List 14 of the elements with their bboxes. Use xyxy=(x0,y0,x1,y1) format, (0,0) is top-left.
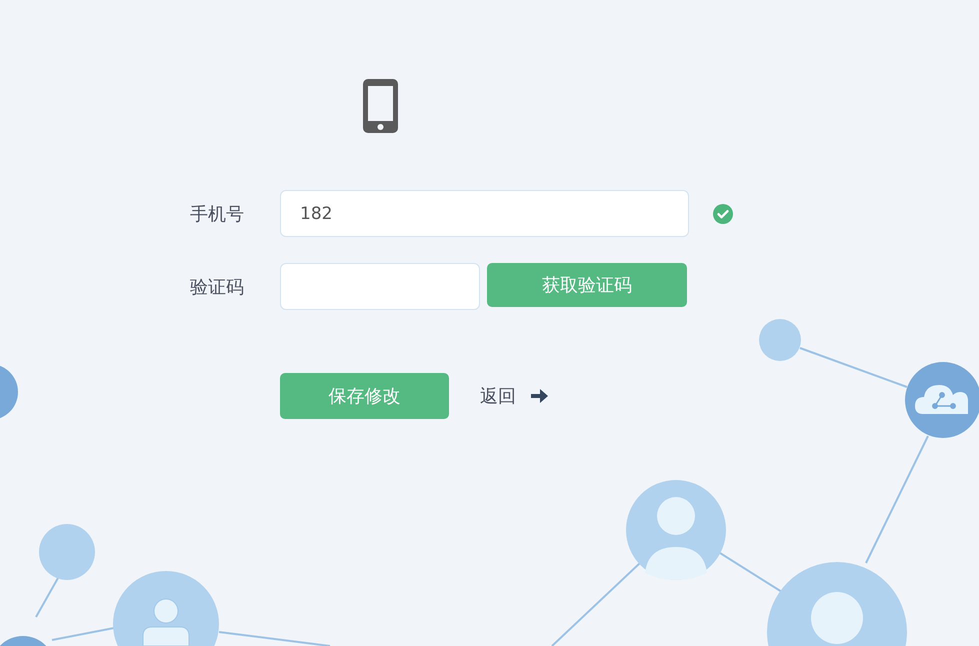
mobile-phone-icon xyxy=(363,79,398,133)
connector-line xyxy=(35,578,59,618)
node-circle xyxy=(759,319,801,361)
right-arrow-icon xyxy=(531,389,548,403)
code-input-field[interactable] xyxy=(280,263,480,310)
field-label: 验证码 xyxy=(190,276,245,298)
connector-line xyxy=(719,552,783,593)
phone-input-field[interactable]: 182 xyxy=(280,190,689,237)
back-link[interactable]: 返回 xyxy=(480,384,516,408)
user-node-icon xyxy=(113,571,219,646)
cloud-node-icon xyxy=(905,362,979,438)
field-label: 手机号 xyxy=(190,202,245,226)
connector-line xyxy=(52,627,114,641)
node-circle xyxy=(39,524,95,580)
